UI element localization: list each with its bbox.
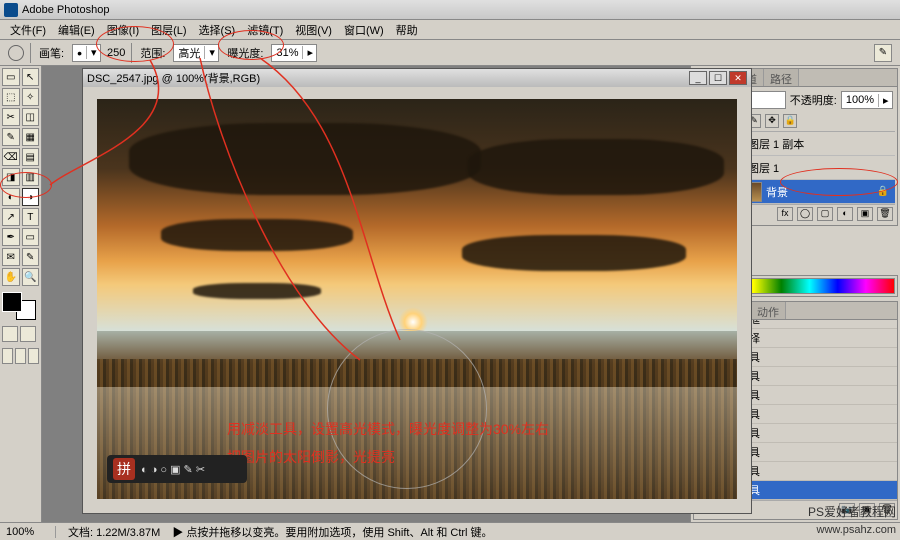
app-icon	[4, 3, 18, 17]
dodge-tool-icon	[8, 45, 24, 61]
document-area: DSC_2547.jpg @ 100%(背景,RGB) _ ☐ ✕	[42, 66, 690, 522]
tab-paths[interactable]: 路径	[764, 69, 799, 86]
document-titlebar[interactable]: DSC_2547.jpg @ 100%(背景,RGB) _ ☐ ✕	[83, 69, 751, 87]
menu-help[interactable]: 帮助	[390, 20, 424, 40]
chevron-down-icon: ▾	[86, 46, 100, 59]
toolbox: ▭↖ ⬚✧ ✂◫ ✎▦ ⌫▤ ◨▥ ◐◑ ↗T ✒▭ ✉✎ ✋🔍	[0, 66, 42, 522]
range-label: 范围:	[140, 45, 165, 61]
doc-max-button[interactable]: ☐	[709, 71, 727, 85]
tool-lasso[interactable]: ⬚	[2, 88, 20, 106]
title-bar: Adobe Photoshop	[0, 0, 900, 20]
tool-blur[interactable]: ◐	[2, 188, 20, 206]
tool-type[interactable]: T	[22, 208, 40, 226]
menu-filter[interactable]: 滤镜(T)	[241, 20, 289, 40]
range-select[interactable]: 高光 ▾	[173, 44, 219, 62]
screen-std[interactable]	[2, 348, 13, 364]
brush-label: 画笔:	[39, 45, 64, 61]
watermark-line1: PS爱好者教程网	[808, 503, 896, 520]
fx-icon[interactable]: fx	[777, 207, 793, 221]
app-title: Adobe Photoshop	[22, 4, 109, 16]
color-swatch[interactable]	[2, 292, 36, 320]
doc-close-button[interactable]: ✕	[729, 71, 747, 85]
opacity-input[interactable]: 100%▸	[841, 91, 893, 109]
tool-brush[interactable]: ▦	[22, 128, 40, 146]
menu-bar: 文件(F) 编辑(E) 图像(I) 图层(L) 选择(S) 滤镜(T) 视图(V…	[0, 20, 900, 40]
new-layer-icon[interactable]: ▣	[857, 207, 873, 221]
chevron-right-icon: ▸	[302, 46, 316, 59]
brush-size: 250	[107, 47, 125, 59]
tool-crop[interactable]: ✂	[2, 108, 20, 126]
canvas[interactable]: 用减淡工具，设置高光模式，曝光度调整为30%左右 把图片的太阳倒影，光提亮 拼 …	[97, 99, 737, 499]
tool-path[interactable]: ↗	[2, 208, 20, 226]
screen-full-menu[interactable]	[15, 348, 26, 364]
zoom-level[interactable]: 100%	[6, 526, 56, 538]
adjust-icon[interactable]: ◐	[837, 207, 853, 221]
menu-file[interactable]: 文件(F)	[4, 20, 52, 40]
tool-pen[interactable]: ✒	[2, 228, 20, 246]
badge-icons: ◐ ◑ ○ ▣ ✎ ✂	[141, 463, 205, 476]
layer-name: 背景	[766, 184, 788, 200]
tool-shape[interactable]: ▭	[22, 228, 40, 246]
tool-gradient[interactable]: ▥	[22, 168, 40, 186]
options-bar: 画笔: • ▾ 250 范围: 高光 ▾ 曝光度: 31% ▸ ✎	[0, 40, 900, 66]
lock-icon: 🔒	[877, 186, 889, 197]
tool-notes[interactable]: ✉	[2, 248, 20, 266]
tool-slice[interactable]: ◫	[22, 108, 40, 126]
tab-actions[interactable]: 动作	[751, 302, 786, 319]
lock-pos-icon[interactable]: ✥	[765, 114, 779, 128]
doc-size: 文档: 1.22M/3.87M	[68, 524, 160, 540]
layer-name: 图层 1 副本	[748, 136, 804, 152]
folder-icon[interactable]: ▢	[817, 207, 833, 221]
document-window: DSC_2547.jpg @ 100%(背景,RGB) _ ☐ ✕	[82, 68, 752, 514]
exposure-label: 曝光度:	[227, 45, 263, 61]
menu-select[interactable]: 选择(S)	[193, 20, 242, 40]
brush-cursor	[327, 329, 487, 489]
tool-dodge[interactable]: ◑	[22, 188, 40, 206]
mask-icon[interactable]: ◯	[797, 207, 813, 221]
quickmask-mode[interactable]	[20, 326, 36, 342]
tool-wand[interactable]: ✧	[22, 88, 40, 106]
tool-hand[interactable]: ✋	[2, 268, 20, 286]
menu-image[interactable]: 图像(I)	[101, 20, 145, 40]
tool-stamp[interactable]: ⌫	[2, 148, 20, 166]
badge-logo: 拼	[113, 458, 135, 480]
tool-eraser[interactable]: ◨	[2, 168, 20, 186]
layer-name: 图层 1	[748, 160, 779, 176]
status-bar: 100% 文档: 1.22M/3.87M ▶ 点按并拖移以变亮。要用附加选项，使…	[0, 522, 900, 540]
menu-view[interactable]: 视图(V)	[289, 20, 338, 40]
chevron-down-icon: ▾	[204, 46, 218, 59]
doc-min-button[interactable]: _	[689, 71, 707, 85]
exposure-value: 31%	[272, 47, 302, 59]
exposure-input[interactable]: 31% ▸	[271, 44, 317, 62]
status-hint: ▶ 点按并拖移以变亮。要用附加选项，使用 Shift、Alt 和 Ctrl 键。	[172, 524, 492, 540]
tool-history-brush[interactable]: ▤	[22, 148, 40, 166]
tutorial-badge: 拼 ◐ ◑ ○ ▣ ✎ ✂	[107, 455, 247, 483]
watermark-line2: www.psahz.com	[817, 524, 896, 536]
airbrush-toggle[interactable]: ✎	[874, 44, 892, 62]
screen-full[interactable]	[28, 348, 39, 364]
opacity-label: 不透明度:	[790, 92, 837, 108]
lock-all-icon[interactable]: 🔒	[783, 114, 797, 128]
document-title: DSC_2547.jpg @ 100%(背景,RGB)	[87, 70, 260, 86]
brush-picker[interactable]: • ▾	[72, 44, 101, 62]
tool-heal[interactable]: ✎	[2, 128, 20, 146]
menu-edit[interactable]: 编辑(E)	[52, 20, 101, 40]
standard-mode[interactable]	[2, 326, 18, 342]
tool-move[interactable]: ↖	[22, 68, 40, 86]
menu-layer[interactable]: 图层(L)	[145, 20, 192, 40]
trash-icon[interactable]: 🗑	[877, 207, 893, 221]
tool-zoom[interactable]: 🔍	[22, 268, 40, 286]
tool-eyedrop[interactable]: ✎	[22, 248, 40, 266]
tool-marquee[interactable]: ▭	[2, 68, 20, 86]
range-value: 高光	[174, 45, 204, 61]
menu-window[interactable]: 窗口(W)	[338, 20, 390, 40]
